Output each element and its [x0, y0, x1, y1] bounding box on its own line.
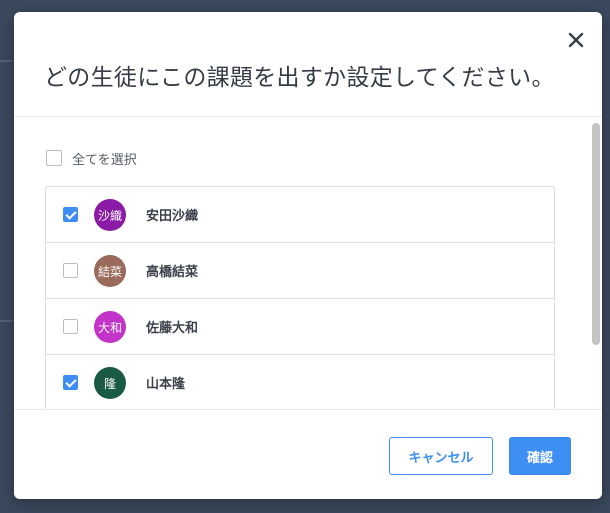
- student-row[interactable]: 沙織 安田沙織: [46, 187, 554, 243]
- cancel-button[interactable]: キャンセル: [389, 437, 493, 475]
- dialog-footer: キャンセル 確認: [14, 409, 602, 499]
- scrollbar[interactable]: [592, 123, 600, 345]
- student-name: 安田沙織: [146, 209, 199, 224]
- avatar: 結菜: [94, 255, 126, 287]
- avatar: 隆: [94, 367, 126, 399]
- avatar: 大和: [94, 311, 126, 343]
- avatar: 沙織: [94, 199, 126, 231]
- select-all-control[interactable]: 全てを選択: [46, 149, 137, 168]
- student-checkbox[interactable]: [63, 263, 78, 278]
- dialog-header: どの生徒にこの課題を出すか設定してください。: [14, 12, 602, 117]
- student-row[interactable]: 隆 山本隆: [46, 355, 554, 409]
- student-checkbox[interactable]: [63, 319, 78, 334]
- student-row[interactable]: 結菜 高橋結菜: [46, 243, 554, 299]
- confirm-button[interactable]: 確認: [509, 437, 571, 475]
- student-checkbox[interactable]: [63, 375, 78, 390]
- student-name: 佐藤大和: [146, 321, 199, 336]
- student-checkbox[interactable]: [63, 207, 78, 222]
- select-all-label: 全てを選択: [72, 152, 137, 168]
- close-button[interactable]: [564, 28, 588, 52]
- dialog-body: 全てを選択 沙織 安田沙織 結菜 高橋結菜 大和 佐藤大和 隆 山本隆: [14, 117, 602, 409]
- assign-students-dialog: どの生徒にこの課題を出すか設定してください。 全てを選択 沙織 安田沙織 結菜 …: [14, 12, 602, 499]
- background-fragment: [0, 320, 12, 322]
- student-name: 山本隆: [146, 377, 186, 392]
- student-row[interactable]: 大和 佐藤大和: [46, 299, 554, 355]
- student-name: 高橋結菜: [146, 265, 199, 280]
- background-fragment: [0, 60, 12, 62]
- close-icon: [568, 32, 584, 48]
- select-all-checkbox[interactable]: [46, 150, 62, 166]
- dialog-title: どの生徒にこの課題を出すか設定してください。: [44, 65, 555, 91]
- student-list: 沙織 安田沙織 結菜 高橋結菜 大和 佐藤大和 隆 山本隆: [45, 186, 555, 409]
